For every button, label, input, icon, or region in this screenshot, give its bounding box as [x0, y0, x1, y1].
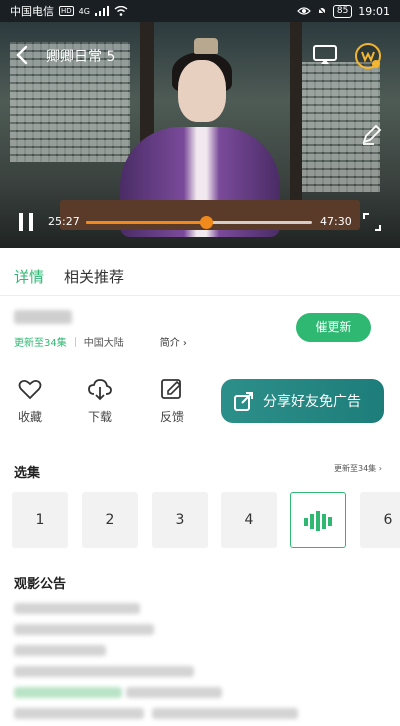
video-frame-pillar [290, 22, 302, 222]
notice-link-blurred[interactable] [14, 687, 122, 698]
battery-indicator: 85 [332, 4, 353, 18]
progress-slider[interactable] [86, 216, 312, 229]
episode-item[interactable]: 1 [12, 492, 68, 548]
fullscreen-icon[interactable] [362, 212, 382, 232]
feedback-button[interactable]: 反馈 [152, 376, 192, 425]
signal-label: 4G [78, 6, 90, 16]
intro-label: 简介 [159, 338, 180, 349]
update-status: 更新至34集 [14, 338, 67, 349]
progress-thumb[interactable] [199, 216, 213, 229]
heart-icon [18, 379, 42, 400]
share-free-ads-button[interactable]: 分享好友免广告 [221, 379, 384, 423]
notice-line-blurred [152, 708, 298, 719]
notice-line-blurred [126, 687, 222, 698]
favorite-button[interactable]: 收藏 [10, 376, 50, 425]
notice-line-blurred [14, 603, 140, 614]
tab-related[interactable]: 相关推荐 [64, 266, 124, 287]
notice-heading: 观影公告 [14, 577, 67, 592]
notice-line-blurred [14, 624, 154, 635]
show-title-blurred [14, 310, 72, 324]
eye-icon [296, 7, 311, 15]
wifi-icon [114, 6, 128, 16]
video-frame-figure [194, 38, 218, 54]
share-label: 分享好友免广告 [263, 393, 361, 409]
favorite-label: 收藏 [17, 410, 42, 424]
chevron-right-icon: › [378, 464, 382, 473]
progress-fill [86, 221, 206, 224]
tabs-divider [0, 295, 400, 296]
episode-list: 1 2 3 4 6 [12, 492, 400, 548]
video-player[interactable]: 卿卿日常 5 25:27 47:30 [0, 22, 400, 248]
pen-icon[interactable] [360, 122, 384, 146]
region-label: 中国大陆 [83, 338, 124, 349]
intro-link[interactable]: 简介 › [160, 334, 187, 349]
show-meta: 更新至34集 中国大陆 简介 › [14, 334, 187, 349]
episode-item[interactable]: 3 [152, 492, 208, 548]
total-time: 47:30 [320, 215, 352, 228]
player-controls: 25:27 47:30 [0, 204, 400, 244]
episode-item[interactable]: 2 [82, 492, 138, 548]
back-icon[interactable] [12, 44, 34, 66]
chevron-right-icon: › [182, 338, 187, 349]
video-title: 卿卿日常 5 [46, 49, 116, 65]
video-frame-figure [178, 60, 226, 122]
notice-line-blurred [14, 666, 194, 677]
urge-update-button[interactable]: 催更新 [296, 313, 371, 342]
episode-item-playing[interactable] [290, 492, 346, 548]
tab-details[interactable]: 详情 [14, 266, 44, 287]
playing-bars-icon [304, 511, 332, 531]
hd-badge: HD [59, 6, 74, 16]
signal-icon [94, 6, 109, 16]
episodes-more-link[interactable]: 更新至34集 › [334, 463, 382, 474]
clock: 19:01 [358, 4, 390, 18]
download-label: 下载 [87, 410, 112, 424]
episodes-more-label: 更新至34集 [334, 464, 377, 473]
current-time: 25:27 [48, 215, 80, 228]
status-bar: 中国电信 HD 4G 85 19:01 [0, 0, 400, 22]
episode-item[interactable]: 4 [221, 492, 277, 548]
bell-off-icon [317, 6, 327, 16]
detail-tabs: 详情 相关推荐 [14, 266, 124, 287]
feedback-label: 反馈 [159, 410, 184, 424]
download-button[interactable]: 下载 [80, 376, 120, 425]
meta-divider [74, 336, 76, 347]
notice-line-blurred [14, 708, 144, 719]
cast-icon[interactable] [312, 44, 338, 66]
download-icon [88, 379, 112, 401]
notice-line-blurred [14, 645, 106, 656]
pause-icon[interactable] [14, 210, 38, 234]
episodes-heading: 选集 [14, 466, 41, 481]
vip-icon[interactable] [354, 42, 382, 70]
carrier-label: 中国电信 [10, 5, 54, 18]
episode-item[interactable]: 6 [360, 492, 400, 548]
feedback-icon [161, 379, 182, 399]
share-icon [234, 392, 253, 411]
